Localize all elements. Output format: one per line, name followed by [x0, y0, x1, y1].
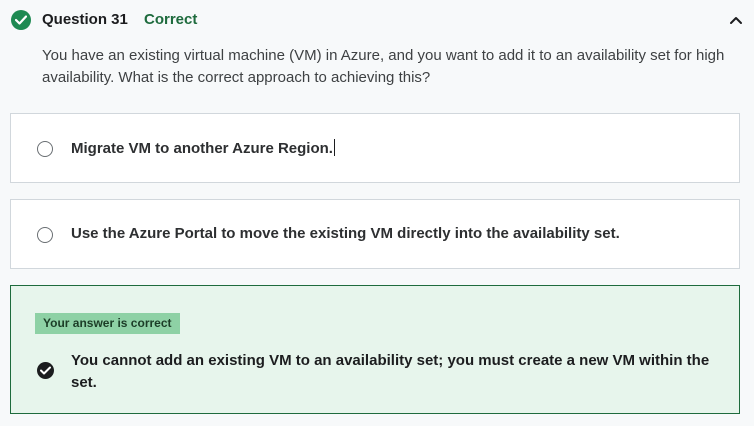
chevron-up-icon[interactable]: [726, 12, 746, 28]
question-text: You have an existing virtual machine (VM…: [42, 47, 725, 86]
question-header[interactable]: Question 31 Correct: [0, 0, 754, 40]
correct-answer-option[interactable]: Your answer is correct You cannot add an…: [10, 285, 740, 414]
answer-option[interactable]: Migrate VM to another Azure Region.: [10, 113, 740, 183]
quiz-review-panel: Question 31 Correct You have an existing…: [0, 0, 754, 426]
checkmark-icon: [37, 362, 54, 379]
correct-answer-badge: Your answer is correct: [35, 313, 180, 334]
correct-answer-text: You cannot add an existing VM to an avai…: [71, 352, 710, 391]
answer-option-text: Migrate VM to another Azure Region.: [71, 140, 333, 157]
radio-button[interactable]: [37, 141, 53, 157]
check-circle-icon: [11, 10, 31, 30]
answer-option-text: Use the Azure Portal to move the existin…: [71, 225, 620, 242]
question-number: Question 31: [42, 11, 128, 28]
answer-option[interactable]: Use the Azure Portal to move the existin…: [10, 199, 740, 269]
text-cursor: [333, 139, 335, 156]
result-status: Correct: [144, 11, 198, 28]
radio-button[interactable]: [37, 227, 53, 243]
